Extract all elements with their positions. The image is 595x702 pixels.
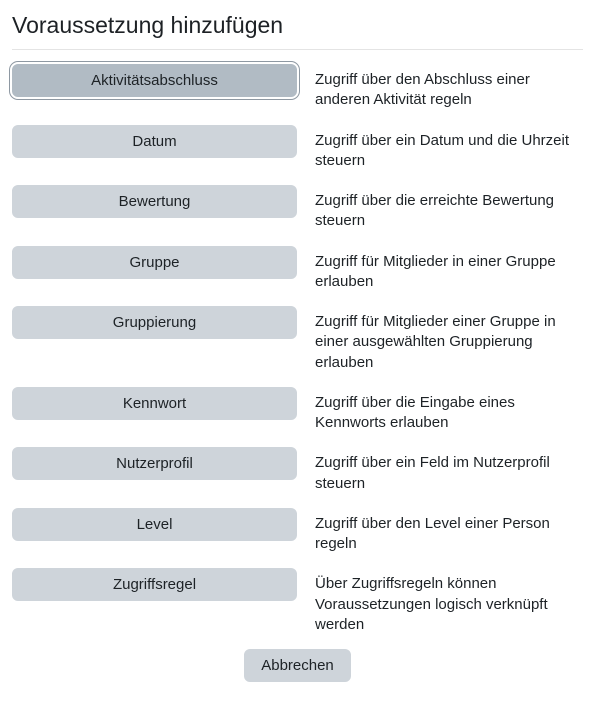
dialog-title: Voraussetzung hinzufügen <box>12 12 583 39</box>
option-password-desc: Zugriff über die Eingabe eines Kennworts… <box>297 387 583 434</box>
cancel-button[interactable]: Abbrechen <box>244 649 351 682</box>
option-profile[interactable]: Nutzerprofil <box>12 447 297 480</box>
option-activity-completion[interactable]: Aktivitätsabschluss <box>12 64 297 97</box>
option-restriction-set-desc: Über Zugriffsregeln können Voraussetzung… <box>297 568 583 635</box>
option-level-desc: Zugriff über den Level einer Person rege… <box>297 508 583 555</box>
divider <box>12 49 583 50</box>
option-activity-completion-desc: Zugriff über den Abschluss einer anderen… <box>297 64 583 111</box>
option-date-desc: Zugriff über ein Datum und die Uhrzeit s… <box>297 125 583 172</box>
option-grouping-desc: Zugriff für Mitglieder einer Gruppe in e… <box>297 306 583 373</box>
option-date[interactable]: Datum <box>12 125 297 158</box>
option-profile-desc: Zugriff über ein Feld im Nutzerprofil st… <box>297 447 583 494</box>
option-group-desc: Zugriff für Mitglieder in einer Gruppe e… <box>297 246 583 293</box>
option-level[interactable]: Level <box>12 508 297 541</box>
option-restriction-set[interactable]: Zugriffsregel <box>12 568 297 601</box>
option-grouping[interactable]: Gruppierung <box>12 306 297 339</box>
option-grade-desc: Zugriff über die erreichte Bewertung ste… <box>297 185 583 232</box>
option-grade[interactable]: Bewertung <box>12 185 297 218</box>
option-group[interactable]: Gruppe <box>12 246 297 279</box>
option-password[interactable]: Kennwort <box>12 387 297 420</box>
